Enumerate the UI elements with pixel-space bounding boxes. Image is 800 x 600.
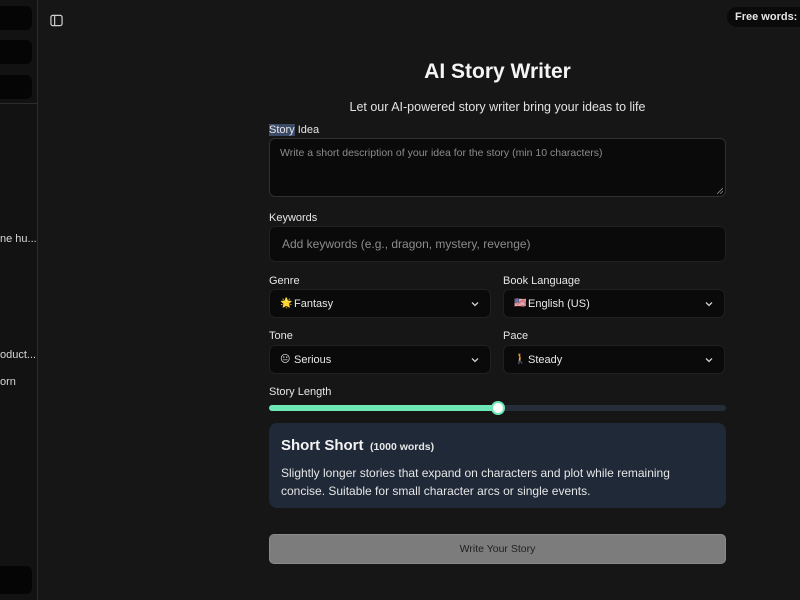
free-words-badge: Free words: 2	[727, 7, 800, 27]
tone-value: Serious	[294, 353, 332, 366]
story-length-info-box: Short Short (1000 words) Slightly longer…	[269, 423, 726, 508]
chevron-down-icon	[471, 301, 479, 306]
tone-label: Tone	[269, 330, 293, 342]
book-language-label: Book Language	[503, 275, 581, 287]
keywords-label: Keywords	[269, 212, 318, 224]
sidebar-item-label: oduct...	[0, 349, 37, 361]
pace-select[interactable]: 🚶 Steady	[503, 345, 725, 374]
tone-select[interactable]: 😐 Serious	[269, 345, 491, 374]
pace-emoji-icon: 🚶	[514, 354, 527, 365]
genre-value: Fantasy	[294, 297, 334, 310]
sidebar-button-1[interactable]	[0, 6, 32, 30]
sidebar-button-3[interactable]	[0, 75, 32, 99]
flag-us-icon: 🇺🇸	[514, 298, 527, 309]
sidebar-divider	[0, 103, 37, 104]
sidebar-item-label: orn	[0, 376, 16, 388]
resize-grip-icon[interactable]	[717, 188, 723, 194]
story-length-description: Slightly longer stories that expand on c…	[281, 466, 670, 498]
page-subtitle: Let our AI-powered story writer bring yo…	[349, 100, 646, 114]
story-length-title: Short Short	[281, 437, 364, 454]
sidebar-toggle-icon	[49, 14, 63, 26]
pace-value: Steady	[528, 353, 563, 366]
story-idea-textarea[interactable]: Write a short description of your idea f…	[269, 138, 726, 197]
pace-label: Pace	[503, 330, 529, 342]
chevron-down-icon	[705, 301, 713, 306]
chevron-down-icon	[471, 357, 479, 362]
sidebar-item-history-3[interactable]: orn	[0, 376, 37, 388]
book-language-select[interactable]: 🇺🇸 English (US)	[503, 289, 725, 318]
story-length-words: (1000 words)	[369, 441, 435, 453]
keywords-input[interactable]: Add keywords (e.g., dragon, mystery, rev…	[269, 226, 726, 262]
sidebar-item-history-1[interactable]: ne hu...	[0, 233, 37, 245]
book-language-value: English (US)	[528, 297, 590, 310]
sidebar-item-label: ne hu...	[0, 233, 37, 245]
slider-fill	[269, 405, 498, 411]
chevron-down-icon	[705, 357, 713, 362]
story-idea-label: Story Idea	[269, 124, 319, 136]
story-idea-placeholder: Write a short description of your idea f…	[280, 147, 603, 159]
genre-select[interactable]: 🌟 Fantasy	[269, 289, 491, 318]
story-length-label: Story Length	[269, 386, 332, 398]
sidebar-button-2[interactable]	[0, 40, 32, 64]
sidebar-bottom-button[interactable]	[0, 566, 32, 594]
slider-thumb[interactable]	[490, 401, 505, 415]
story-idea-label-rest: Idea	[294, 124, 320, 136]
sidebar-item-history-2[interactable]: oduct...	[0, 349, 37, 361]
genre-emoji-icon: 🌟	[280, 298, 293, 309]
story-length-slider[interactable]	[269, 401, 726, 415]
story-idea-label-highlight: Story	[269, 124, 295, 136]
write-story-button[interactable]: Write Your Story	[269, 534, 726, 564]
page-title: AI Story Writer	[424, 60, 571, 83]
sidebar: ne hu... oduct... orn	[0, 0, 38, 600]
genre-label: Genre	[269, 275, 300, 287]
tone-emoji-icon: 😐	[280, 354, 291, 365]
sidebar-toggle-button[interactable]	[46, 10, 66, 30]
keywords-placeholder: Add keywords (e.g., dragon, mystery, rev…	[282, 237, 531, 251]
